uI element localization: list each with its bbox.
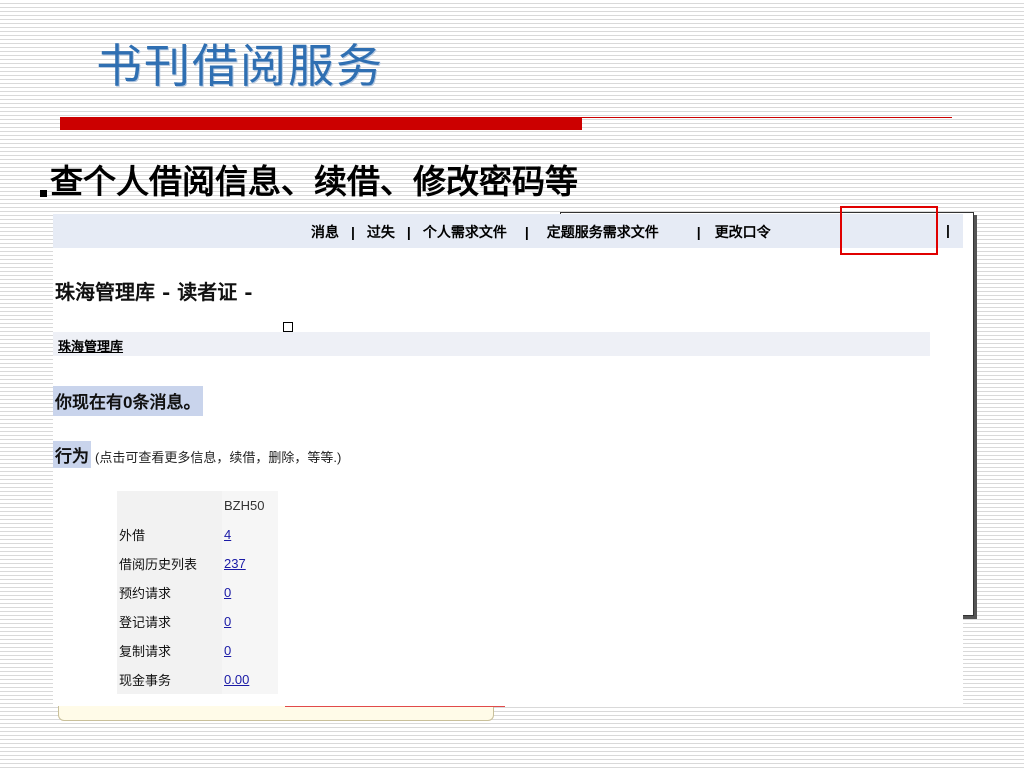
bullet-square-icon (40, 190, 47, 197)
bullet-text: 查个人借阅信息、续借、修改密码等 (50, 162, 578, 201)
row-label-loans: 外借 (117, 520, 222, 549)
table-row: 登记请求 0 (117, 607, 278, 636)
nav-messages-link[interactable]: 消息 (311, 222, 339, 242)
library-link[interactable]: 珠海管理库 (58, 336, 123, 355)
table-row: 借阅历史列表 237 (117, 549, 278, 578)
nav-change-password-link[interactable]: 更改口令 (715, 222, 771, 242)
slide-title: 书刊借阅服务 (96, 39, 384, 93)
hold-requests-count-link[interactable]: 0 (224, 585, 231, 600)
checkbox-glyph (283, 322, 293, 332)
row-label-hold-requests: 预约请求 (117, 578, 222, 607)
action-heading: 行为 (点击可查看更多信息，续借，删除，等等.) (53, 441, 341, 468)
nav-separator: | (696, 224, 701, 240)
action-note: (点击可查看更多信息，续借，删除，等等.) (95, 450, 342, 465)
top-nav-bar: 消息 | 过失 | 个人需求文件 | 定题服务需求文件 | 更改口令 | (53, 214, 963, 248)
nav-profile-link[interactable]: 个人需求文件 (423, 222, 507, 242)
message-count: 你现在有0条消息。 (53, 386, 204, 416)
bullet-point: 查个人借阅信息、续借、修改密码等 (40, 155, 578, 203)
row-label-loan-history: 借阅历史列表 (117, 549, 222, 578)
booking-requests-count-link[interactable]: 0 (224, 614, 231, 629)
loans-count-link[interactable]: 4 (224, 527, 231, 542)
nav-separator: | (351, 224, 355, 240)
account-stats-table: BZH50 外借 4 借阅历史列表 237 预约请求 0 登记请求 0 复制请求… (117, 491, 278, 694)
slide-header: 书刊借阅服务 查个人借阅信息、续借、修改密码等 (0, 0, 1024, 212)
table-row: 复制请求 0 (117, 636, 278, 665)
nav-sdi-profile-link[interactable]: 定题服务需求文件 (547, 222, 659, 242)
library-bar: 珠海管理库 (53, 332, 930, 356)
action-label: 行为 (53, 441, 91, 468)
table-header-empty (117, 491, 222, 520)
nav-separator: | (524, 224, 529, 240)
nav-items: 消息 | 过失 | 个人需求文件 | 定题服务需求文件 | 更改口令 (311, 222, 771, 242)
nav-separator: | (946, 222, 950, 238)
table-row: 预约请求 0 (117, 578, 278, 607)
photocopy-requests-count-link[interactable]: 0 (224, 643, 231, 658)
loan-history-count-link[interactable]: 237 (224, 556, 246, 571)
title-underline-line (582, 117, 952, 118)
page-heading: 珠海管理库 - 读者证 - (55, 280, 253, 304)
row-label-cash-transactions: 现金事务 (117, 665, 222, 694)
table-row: 外借 4 (117, 520, 278, 549)
table-header-row: BZH50 (117, 491, 278, 520)
row-label-booking-requests: 登记请求 (117, 607, 222, 636)
embedded-screenshot: 消息 | 过失 | 个人需求文件 | 定题服务需求文件 | 更改口令 | 珠海管… (53, 206, 963, 706)
table-column-header: BZH50 (222, 491, 278, 520)
cash-transactions-link[interactable]: 0.00 (224, 672, 249, 687)
nav-separator: | (406, 224, 411, 240)
footer-red-line (285, 706, 505, 707)
row-label-photocopy-requests: 复制请求 (117, 636, 222, 665)
nav-fines-link[interactable]: 过失 (367, 222, 395, 242)
change-password-highlight (840, 206, 938, 255)
table-row: 现金事务 0.00 (117, 665, 278, 694)
title-underline-bar (60, 117, 582, 130)
